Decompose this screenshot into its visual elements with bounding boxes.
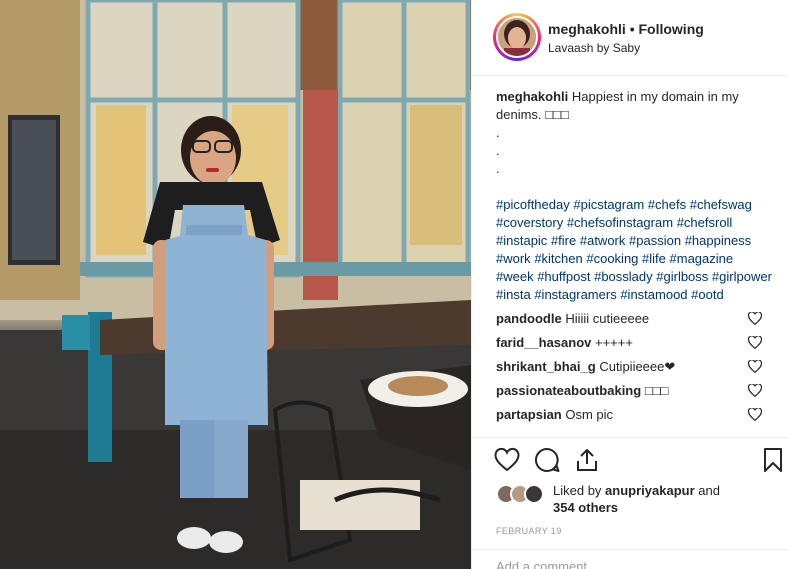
liker-avatar	[524, 484, 544, 504]
comment-text: □□□	[644, 383, 669, 398]
comment-username[interactable]: partapsian	[496, 407, 562, 422]
comment-like-icon[interactable]	[748, 384, 762, 397]
comments-area[interactable]: meghakohli Happiest in my domain in my d…	[496, 88, 772, 437]
post-photo-illustration	[0, 0, 471, 569]
hashtag-link[interactable]: #passion	[629, 233, 681, 248]
hashtag-link[interactable]: #chefswag	[690, 197, 752, 212]
comment-row: farid__hasanov +++++	[496, 332, 772, 356]
hashtag-link[interactable]: #chefs	[648, 197, 686, 212]
hashtag-link[interactable]: #girlpower	[712, 269, 772, 284]
comment-like-icon[interactable]	[748, 360, 762, 373]
hashtag-link[interactable]: #week	[496, 269, 534, 284]
comment-row: shrikant_bhai_g Cutipiieeee❤	[496, 356, 772, 380]
comment-text: Hiiiii cutieeeee	[565, 311, 650, 326]
hashtag-link[interactable]: #instamood	[620, 287, 687, 302]
hashtag-link[interactable]: #instapic	[496, 233, 547, 248]
post-photo[interactable]	[0, 0, 471, 569]
hashtag-link[interactable]: #fire	[551, 233, 576, 248]
comment-username[interactable]: shrikant_bhai_g	[496, 359, 596, 374]
bookmark-icon[interactable]	[760, 447, 786, 473]
hashtag-link[interactable]: #chefsofinstagram	[567, 215, 673, 230]
caption-dot: .	[496, 125, 500, 140]
caption-dot: .	[496, 143, 500, 158]
comment-row: partapsian Osm pic	[496, 404, 772, 428]
hashtag-link[interactable]: #instagramers	[534, 287, 616, 302]
hashtag-link[interactable]: #chefsroll	[677, 215, 733, 230]
hashtag-link[interactable]: #atwork	[580, 233, 626, 248]
likes-connector: and	[698, 483, 720, 498]
hashtag-link[interactable]: #kitchen	[534, 251, 582, 266]
post-author-username[interactable]: meghakohli	[548, 21, 626, 37]
post-side-panel: meghakohli • Following Lavaash by Saby m…	[471, 0, 788, 569]
hashtag-link[interactable]: #bosslady	[594, 269, 653, 284]
caption-dot: .	[496, 161, 500, 176]
post-actions: Liked by anupriyakapur and 354 others FE…	[472, 437, 788, 569]
post-date[interactable]: FEBRUARY 19	[496, 526, 562, 536]
likes-username[interactable]: anupriyakapur	[605, 483, 695, 498]
hashtag-link[interactable]: #picstagram	[573, 197, 644, 212]
comment-like-icon[interactable]	[748, 336, 762, 349]
hashtag-link[interactable]: #girlboss	[656, 269, 708, 284]
comment-username[interactable]: farid__hasanov	[496, 335, 591, 350]
hashtag-link[interactable]: #insta	[496, 287, 531, 302]
hashtag-link[interactable]: #work	[496, 251, 531, 266]
hashtag-link[interactable]: #huffpost	[537, 269, 590, 284]
comment-row: passionateaboutbaking □□□	[496, 380, 772, 404]
following-button[interactable]: Following	[638, 21, 703, 37]
comment-username[interactable]: passionateaboutbaking	[496, 383, 641, 398]
heart-outline-icon[interactable]	[494, 447, 520, 473]
liker-avatars[interactable]	[496, 484, 548, 506]
post-header: meghakohli • Following Lavaash by Saby	[472, 0, 788, 76]
comment-like-icon[interactable]	[748, 312, 762, 325]
avatar-face-icon	[498, 18, 536, 56]
caption-username[interactable]: meghakohli	[496, 89, 568, 104]
comment-text: Cutipiieeee❤	[599, 359, 676, 374]
hashtag-link[interactable]: #life	[642, 251, 666, 266]
avatar-story-ring[interactable]	[493, 13, 541, 61]
likes-text: Liked by anupriyakapur and 354 others	[553, 482, 753, 516]
comment-username[interactable]: pandoodle	[496, 311, 562, 326]
header-user-line: meghakohli • Following	[548, 21, 704, 37]
hashtag-link[interactable]: #coverstory	[496, 215, 563, 230]
comment-row: pandoodle Hiiiii cutieeeee	[496, 308, 772, 332]
hashtag-link[interactable]: #ootd	[691, 287, 724, 302]
hashtag-link[interactable]: #happiness	[685, 233, 752, 248]
add-comment-field[interactable]: Add a comment...	[472, 549, 788, 569]
comment-bubble-icon[interactable]	[534, 447, 560, 473]
header-separator: •	[629, 21, 635, 37]
likes-prefix: Liked by	[553, 483, 602, 498]
comment-text: Osm pic	[565, 407, 614, 422]
comment-like-icon[interactable]	[748, 408, 762, 421]
hashtag-link[interactable]: #magazine	[670, 251, 734, 266]
hashtag-list: #picoftheday #picstagram #chefs #chefswa…	[496, 196, 772, 304]
post-location[interactable]: Lavaash by Saby	[548, 41, 640, 55]
post-caption: meghakohli Happiest in my domain in my d…	[496, 88, 772, 124]
avatar[interactable]	[496, 16, 538, 58]
hashtag-link[interactable]: #picoftheday	[496, 197, 570, 212]
share-arrow-icon[interactable]	[574, 447, 600, 473]
likes-others[interactable]: 354 others	[553, 500, 618, 515]
comment-text: +++++	[595, 335, 633, 350]
hashtag-link[interactable]: #cooking	[586, 251, 638, 266]
